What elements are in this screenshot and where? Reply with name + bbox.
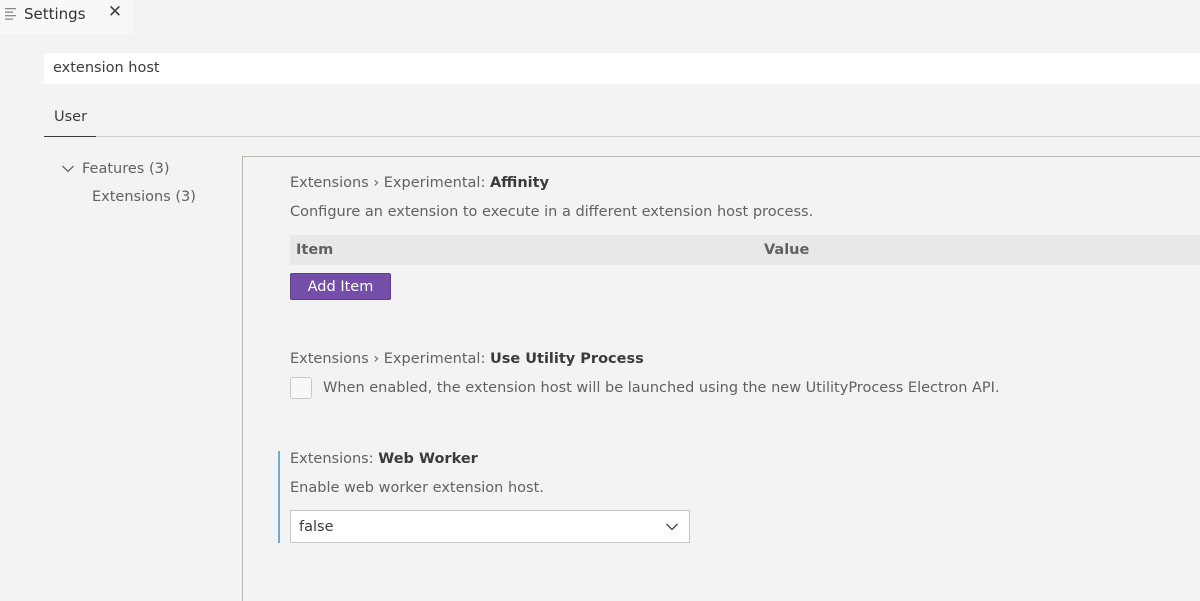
- setting-description-affinity: Configure an extension to execute in a d…: [290, 204, 814, 220]
- settings-search-input[interactable]: extension host: [44, 53, 1200, 84]
- focused-setting-indicator: [278, 451, 280, 543]
- setting-name: Use Utility Process: [489, 351, 644, 367]
- search-value: extension host: [53, 60, 160, 76]
- toc-item-features[interactable]: Features (3): [82, 161, 170, 177]
- setting-category: Extensions › Experimental:: [290, 351, 490, 367]
- editor-tab-bar: Settings ✕: [0, 0, 1200, 34]
- tab-title: Settings: [24, 5, 86, 23]
- close-icon[interactable]: ✕: [106, 3, 124, 21]
- chevron-down-icon[interactable]: [61, 164, 75, 174]
- scope-divider: [96, 136, 1200, 137]
- tab-user-label: User: [54, 109, 88, 125]
- setting-title-use-utility-process: Extensions › Experimental: Use Utility P…: [290, 351, 644, 367]
- setting-name: Web Worker: [378, 451, 478, 467]
- toc-item-extensions[interactable]: Extensions (3): [92, 189, 196, 205]
- add-item-button[interactable]: Add Item: [290, 273, 391, 300]
- settings-editor-tab[interactable]: Settings ✕: [0, 0, 133, 34]
- column-header-item: Item: [296, 242, 334, 258]
- column-header-value: Value: [764, 242, 810, 258]
- use-utility-process-checkbox[interactable]: [290, 377, 312, 399]
- tab-user[interactable]: User: [44, 106, 96, 137]
- select-value: false: [299, 519, 334, 535]
- setting-description-web-worker: Enable web worker extension host.: [290, 480, 544, 496]
- setting-title-web-worker: Extensions: Web Worker: [290, 451, 478, 467]
- setting-category: Extensions › Experimental:: [290, 175, 490, 191]
- setting-name: Affinity: [489, 175, 550, 191]
- settings-editor-icon: [5, 8, 16, 20]
- web-worker-select[interactable]: false: [290, 510, 690, 543]
- setting-title-affinity: Extensions › Experimental: Affinity: [290, 175, 549, 191]
- setting-category: Extensions:: [290, 451, 379, 467]
- chevron-down-icon: [666, 523, 678, 531]
- affinity-table-header: Item Value: [290, 235, 1200, 265]
- setting-description-use-utility-process: When enabled, the extension host will be…: [323, 380, 1000, 396]
